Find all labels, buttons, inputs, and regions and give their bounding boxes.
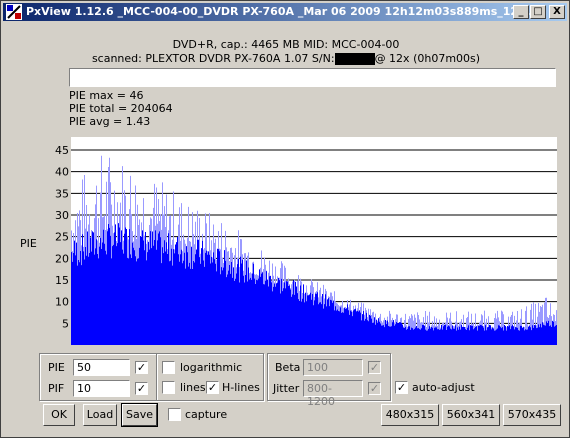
jitter-checkbox[interactable]: ✓ xyxy=(368,382,381,395)
app-icon xyxy=(6,4,22,20)
lines-label: lines xyxy=(180,381,206,394)
scanner-info: scanned: PLEXTOR DVDR PX-760A 1.07 S/N: xyxy=(91,52,335,65)
window-title: PxView 1.12.6 _MCC-004-00_DVDR PX-760A _… xyxy=(26,5,531,18)
auto-adjust-checkbox[interactable]: ✓ xyxy=(395,381,408,394)
ok-button[interactable]: OK xyxy=(43,404,75,426)
pie-limit-label: PIE xyxy=(48,361,65,374)
hlines-checkbox[interactable]: ✓ xyxy=(206,381,219,394)
size-570x435-button[interactable]: 570x435 xyxy=(503,404,561,426)
y-tick-label: 30 xyxy=(55,209,69,222)
title-bar[interactable]: PxView 1.12.6 _MCC-004-00_DVDR PX-760A _… xyxy=(3,3,567,21)
pif-limit-label: PIF xyxy=(48,382,65,395)
pie-total: PIE total = 204064 xyxy=(69,102,173,115)
disc-info-line2: scanned: PLEXTOR DVDR PX-760A 1.07 S/N: @… xyxy=(1,52,570,65)
pie-limit-input[interactable]: 50 xyxy=(73,359,130,376)
pie-max: PIE max = 46 xyxy=(69,89,144,102)
capture-label: capture xyxy=(185,408,228,421)
capture-checkbox[interactable] xyxy=(168,408,181,421)
beta-label: Beta xyxy=(275,361,301,374)
beta-input[interactable]: 100 xyxy=(303,359,363,376)
logarithmic-checkbox[interactable] xyxy=(162,361,175,374)
logarithmic-label: logarithmic xyxy=(180,361,243,374)
maximize-button[interactable]: □ xyxy=(530,5,546,19)
jitter-label: Jitter xyxy=(273,382,300,395)
y-tick-label: 45 xyxy=(55,144,69,157)
pif-limit-checkbox[interactable]: ✓ xyxy=(135,382,148,395)
pie-chart: 5 10 15 20 25 30 35 40 45 xyxy=(55,137,557,345)
scan-speed-info: @ 12x (0h07m00s) xyxy=(374,52,481,65)
y-tick-label: 10 xyxy=(55,296,69,309)
load-button[interactable]: Load xyxy=(83,404,117,426)
pie-limit-checkbox[interactable]: ✓ xyxy=(135,361,148,374)
pie-avg: PIE avg = 1.43 xyxy=(69,115,151,128)
beta-checkbox[interactable]: ✓ xyxy=(368,361,381,374)
lines-checkbox[interactable] xyxy=(162,381,175,394)
jitter-input[interactable]: 800-1200 xyxy=(303,380,363,408)
close-button[interactable]: X xyxy=(549,5,565,19)
y-tick-label: 5 xyxy=(62,317,69,330)
disc-info-line1: DVD+R, cap.: 4465 MB MID: MCC-004-00 xyxy=(172,38,400,51)
y-tick-label: 25 xyxy=(55,231,69,244)
y-tick-label: 40 xyxy=(55,166,69,179)
minimize-button[interactable]: _ xyxy=(513,5,529,19)
pif-limit-input[interactable]: 10 xyxy=(73,380,130,397)
y-tick-label: 35 xyxy=(55,187,69,200)
serial-redaction xyxy=(334,53,375,65)
size-480x315-button[interactable]: 480x315 xyxy=(381,404,439,426)
y-tick-label: 15 xyxy=(55,274,69,287)
progress-bar xyxy=(69,68,556,87)
hlines-label: H-lines xyxy=(222,381,260,394)
save-button[interactable]: Save xyxy=(121,403,158,427)
size-560x341-button[interactable]: 560x341 xyxy=(442,404,500,426)
y-tick-label: 20 xyxy=(55,252,69,265)
pxview-window: PxView 1.12.6 _MCC-004-00_DVDR PX-760A _… xyxy=(0,0,570,438)
auto-adjust-label: auto-adjust xyxy=(412,381,475,394)
